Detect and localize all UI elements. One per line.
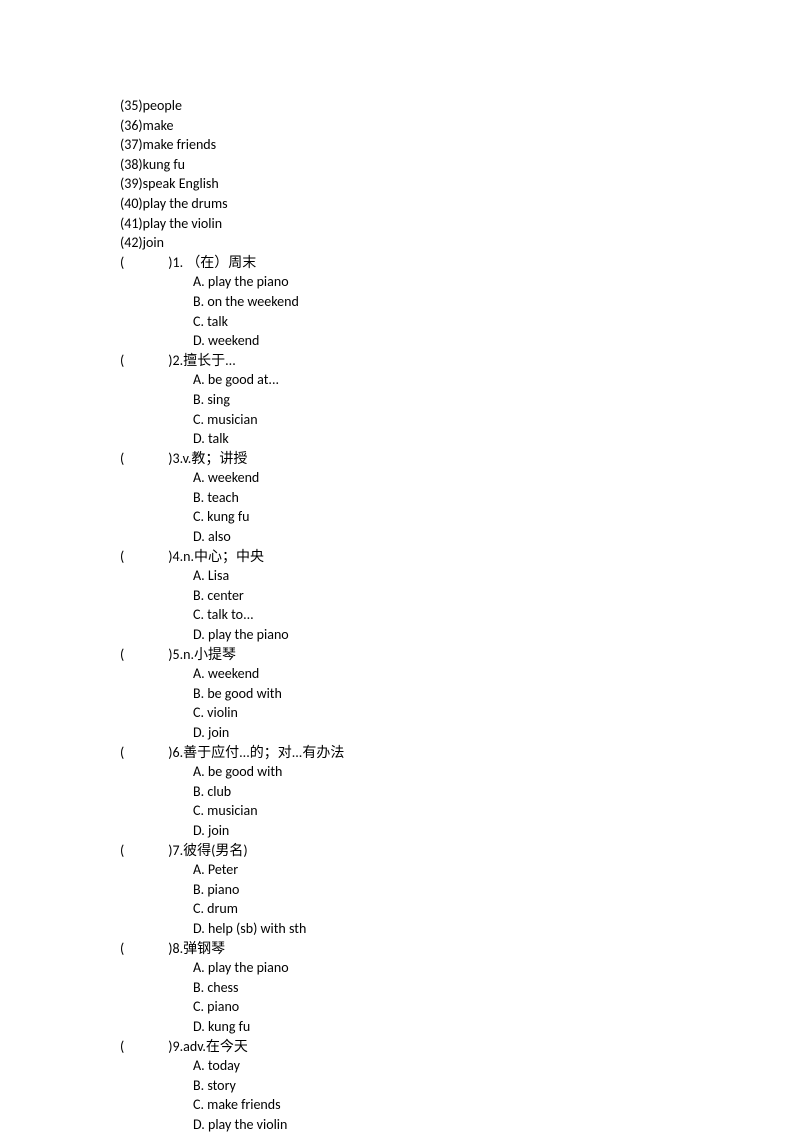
question-block: ()2.擅长于...A. be good at...B. singC. musi…: [120, 351, 794, 449]
option: B. piano: [120, 880, 794, 900]
question-number: 7.: [173, 842, 184, 859]
question-line: ()6.善于应付...的；对...有办法: [120, 743, 794, 763]
option: D. talk: [120, 429, 794, 449]
option: D. also: [120, 527, 794, 547]
question-prompt: )1. （在）周末: [168, 253, 256, 273]
answer-blank[interactable]: [124, 939, 168, 959]
option: B. story: [120, 1076, 794, 1096]
option: B. be good with: [120, 684, 794, 704]
answer-blank[interactable]: [124, 351, 168, 371]
option: C. drum: [120, 899, 794, 919]
option: B. sing: [120, 390, 794, 410]
question-text: （在）周末: [186, 254, 256, 271]
question-number: 6.: [173, 744, 184, 761]
question-block: ()6.善于应付...的；对...有办法A. be good withB. cl…: [120, 743, 794, 841]
top-item: (37)make friends: [120, 135, 794, 155]
question-line: ()2.擅长于...: [120, 351, 794, 371]
question-line: ()4.n.中心；中央: [120, 547, 794, 567]
option: A. play the piano: [120, 958, 794, 978]
option: D. join: [120, 723, 794, 743]
option: D. help (sb) with sth: [120, 919, 794, 939]
question-number: 2.: [173, 352, 184, 369]
question-prompt: )3.v.教；讲授: [168, 449, 247, 469]
option: A. be good at...: [120, 370, 794, 390]
option: B. on the weekend: [120, 292, 794, 312]
top-item: (38)kung fu: [120, 155, 794, 175]
question-text: v.教；讲授: [183, 450, 248, 467]
top-item: (36)make: [120, 116, 794, 136]
option: C. musician: [120, 410, 794, 430]
top-item: (35)people: [120, 96, 794, 116]
question-text: 善于应付...的；对...有办法: [183, 744, 344, 761]
question-number: 4.: [173, 548, 184, 565]
option: B. teach: [120, 488, 794, 508]
question-line: ()8.弹钢琴: [120, 939, 794, 959]
answer-blank[interactable]: [124, 253, 168, 273]
option: A. play the piano: [120, 272, 794, 292]
question-line: ()3.v.教；讲授: [120, 449, 794, 469]
option: C. make friends: [120, 1095, 794, 1115]
question-block: ()3.v.教；讲授A. weekendB. teachC. kung fuD.…: [120, 449, 794, 547]
question-block: ()9.adv.在今天A. todayB. storyC. make frien…: [120, 1037, 794, 1134]
option: C. musician: [120, 801, 794, 821]
option: A. be good with: [120, 762, 794, 782]
answer-blank[interactable]: [124, 547, 168, 567]
question-number: 5.: [173, 646, 184, 663]
question-text: n.中心；中央: [183, 548, 264, 565]
option: D. join: [120, 821, 794, 841]
question-number: 8.: [173, 940, 184, 957]
question-prompt: )4.n.中心；中央: [168, 547, 264, 567]
question-prompt: )2.擅长于...: [168, 351, 236, 371]
question-text: 擅长于...: [183, 352, 236, 369]
question-prompt: )7.彼得(男名): [168, 841, 247, 861]
option: B. chess: [120, 978, 794, 998]
question-line: ()9.adv.在今天: [120, 1037, 794, 1057]
document-content: (35)people(36)make(37)make friends(38)ku…: [120, 96, 794, 1134]
option: C. kung fu: [120, 507, 794, 527]
question-number: 9.: [173, 1038, 184, 1055]
question-line: ()7.彼得(男名): [120, 841, 794, 861]
answer-blank[interactable]: [124, 449, 168, 469]
answer-blank[interactable]: [124, 645, 168, 665]
question-prompt: )9.adv.在今天: [168, 1037, 248, 1057]
option: D. weekend: [120, 331, 794, 351]
question-prompt: )5.n.小提琴: [168, 645, 236, 665]
option: B. club: [120, 782, 794, 802]
option: D. play the piano: [120, 625, 794, 645]
question-line: ()5.n.小提琴: [120, 645, 794, 665]
question-text: 彼得(男名): [183, 842, 248, 859]
option: C. talk to...: [120, 605, 794, 625]
option: A. Peter: [120, 860, 794, 880]
question-block: ()5.n.小提琴A. weekendB. be good withC. vio…: [120, 645, 794, 743]
question-text: 弹钢琴: [183, 940, 225, 957]
question-block: ()4.n.中心；中央A. LisaB. centerC. talk to...…: [120, 547, 794, 645]
option: A. weekend: [120, 664, 794, 684]
question-block: ()8.弹钢琴A. play the pianoB. chessC. piano…: [120, 939, 794, 1037]
option: C. talk: [120, 312, 794, 332]
top-item: (40)play the drums: [120, 194, 794, 214]
option: D. play the violin: [120, 1115, 794, 1134]
top-item: (41)play the violin: [120, 214, 794, 234]
question-number: 1.: [173, 254, 184, 271]
option: A. Lisa: [120, 566, 794, 586]
option: A. today: [120, 1056, 794, 1076]
question-number: 3.: [173, 450, 183, 467]
question-line: ()1. （在）周末: [120, 253, 794, 273]
question-block: ()7.彼得(男名)A. PeterB. pianoC. drumD. help…: [120, 841, 794, 939]
option: A. weekend: [120, 468, 794, 488]
top-item: (42)join: [120, 233, 794, 253]
option: C. piano: [120, 997, 794, 1017]
question-block: ()1. （在）周末A. play the pianoB. on the wee…: [120, 253, 794, 351]
question-text: adv.在今天: [183, 1038, 248, 1055]
option: B. center: [120, 586, 794, 606]
option: D. kung fu: [120, 1017, 794, 1037]
question-prompt: )8.弹钢琴: [168, 939, 225, 959]
answer-blank[interactable]: [124, 1037, 168, 1057]
answer-blank[interactable]: [124, 841, 168, 861]
option: C. violin: [120, 703, 794, 723]
question-prompt: )6.善于应付...的；对...有办法: [168, 743, 344, 763]
question-text: n.小提琴: [183, 646, 236, 663]
top-item: (39)speak English: [120, 174, 794, 194]
answer-blank[interactable]: [124, 743, 168, 763]
